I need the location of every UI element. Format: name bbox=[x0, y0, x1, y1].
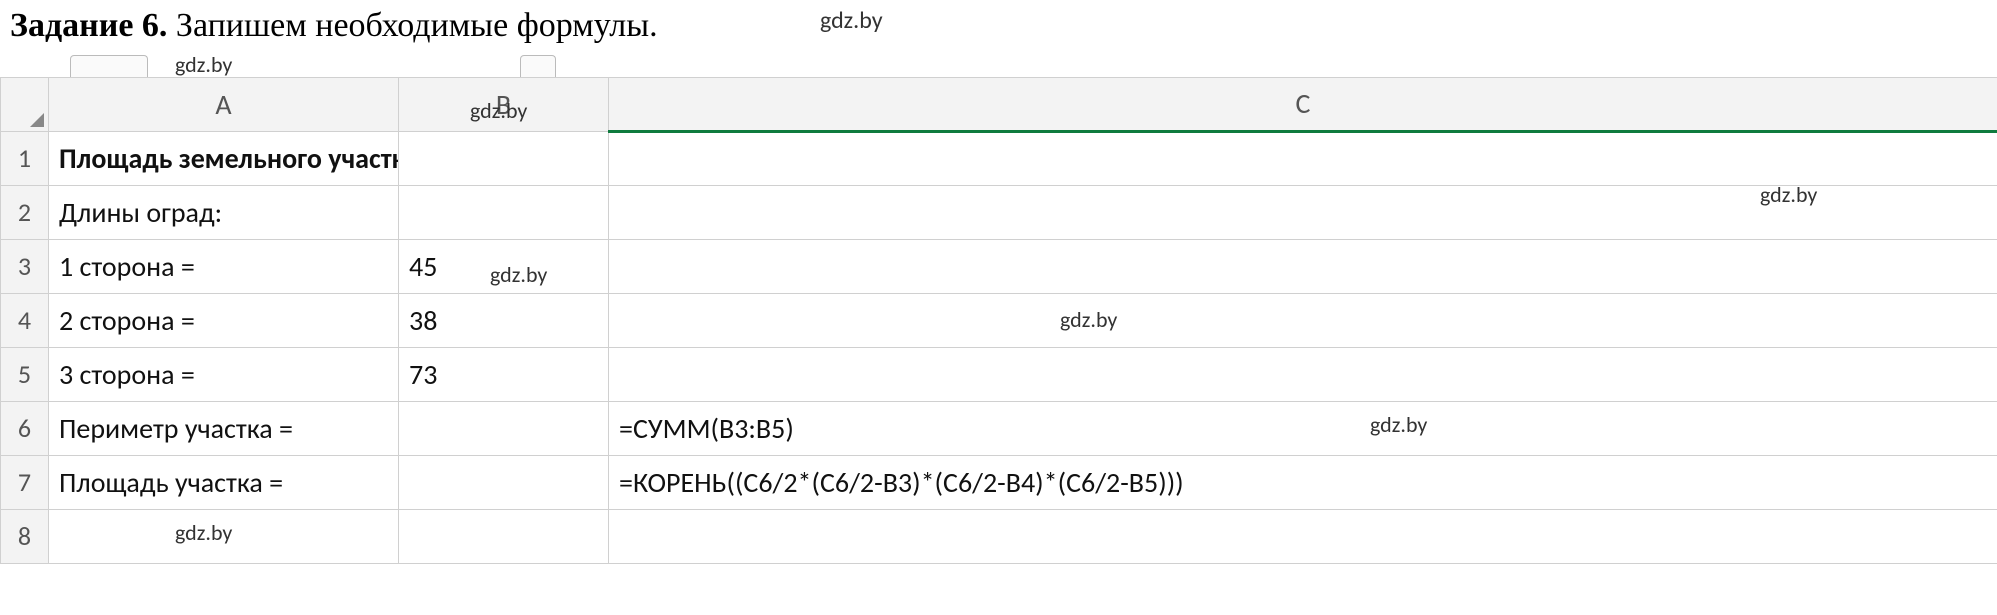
cell-C2[interactable] bbox=[609, 185, 1997, 239]
cell-C4[interactable] bbox=[609, 293, 1997, 347]
task-label: Задание 6. bbox=[10, 7, 167, 44]
cell-B5[interactable]: 73 bbox=[399, 347, 609, 401]
cell-B2[interactable] bbox=[399, 185, 609, 239]
table-row: 5 3 сторона = 73 bbox=[1, 347, 1997, 401]
cell-C5[interactable] bbox=[609, 347, 1997, 401]
row-header[interactable]: 7 bbox=[1, 455, 49, 509]
table-row: 7 Площадь участка = =КОРЕНЬ((C6/2*(C6/2-… bbox=[1, 455, 1997, 509]
spreadsheet: A B C 1 Площадь земельного участка 2 Дли… bbox=[0, 51, 1997, 564]
table-row: 2 Длины оград: bbox=[1, 185, 1997, 239]
column-header-C[interactable]: C bbox=[609, 77, 1997, 131]
cell-B6[interactable] bbox=[399, 401, 609, 455]
cell-A2[interactable]: Длины оград: bbox=[49, 185, 399, 239]
cell-C6[interactable]: =СУММ(B3:B5) bbox=[609, 401, 1997, 455]
table-row: 1 Площадь земельного участка bbox=[1, 131, 1997, 185]
row-header[interactable]: 2 bbox=[1, 185, 49, 239]
row-header[interactable]: 6 bbox=[1, 401, 49, 455]
cell-B4[interactable]: 38 bbox=[399, 293, 609, 347]
sheet-tab-fragment[interactable] bbox=[70, 55, 148, 77]
cell-A8[interactable] bbox=[49, 509, 399, 563]
cell-C1[interactable] bbox=[609, 131, 1997, 185]
row-header[interactable]: 8 bbox=[1, 509, 49, 563]
row-header[interactable]: 5 bbox=[1, 347, 49, 401]
cell-A5[interactable]: 3 сторона = bbox=[49, 347, 399, 401]
row-header[interactable]: 3 bbox=[1, 239, 49, 293]
cell-A4[interactable]: 2 сторона = bbox=[49, 293, 399, 347]
cell-A7[interactable]: Площадь участка = bbox=[49, 455, 399, 509]
cell-C8[interactable] bbox=[609, 509, 1997, 563]
row-header[interactable]: 4 bbox=[1, 293, 49, 347]
cell-B8[interactable] bbox=[399, 509, 609, 563]
tab-edges bbox=[0, 51, 1997, 77]
cell-C7[interactable]: =КОРЕНЬ((C6/2*(C6/2-B3)*(C6/2-B4)*(C6/2-… bbox=[609, 455, 1997, 509]
cell-B1[interactable] bbox=[399, 131, 609, 185]
cell-C3[interactable] bbox=[609, 239, 1997, 293]
task-text: Запишем необходимые формулы. bbox=[176, 7, 658, 44]
cell-B3[interactable]: 45 bbox=[399, 239, 609, 293]
cell-A1[interactable]: Площадь земельного участка bbox=[49, 131, 399, 185]
select-all-corner[interactable] bbox=[1, 77, 49, 131]
table-row: 3 1 сторона = 45 bbox=[1, 239, 1997, 293]
table-row: 6 Периметр участка = =СУММ(B3:B5) bbox=[1, 401, 1997, 455]
cell-A6[interactable]: Периметр участка = bbox=[49, 401, 399, 455]
spreadsheet-grid[interactable]: A B C 1 Площадь земельного участка 2 Дли… bbox=[0, 77, 1997, 564]
table-row: 8 bbox=[1, 509, 1997, 563]
row-header[interactable]: 1 bbox=[1, 131, 49, 185]
column-header-row: A B C bbox=[1, 77, 1997, 131]
column-header-B[interactable]: B bbox=[399, 77, 609, 131]
cell-A3[interactable]: 1 сторона = bbox=[49, 239, 399, 293]
sheet-tab-fragment[interactable] bbox=[520, 55, 556, 77]
table-row: 4 2 сторона = 38 bbox=[1, 293, 1997, 347]
watermark-text: gdz.by bbox=[820, 6, 883, 35]
column-header-A[interactable]: A bbox=[49, 77, 399, 131]
cell-B7[interactable] bbox=[399, 455, 609, 509]
task-header: Задание 6. Запишем необходимые формулы. bbox=[0, 0, 1997, 51]
